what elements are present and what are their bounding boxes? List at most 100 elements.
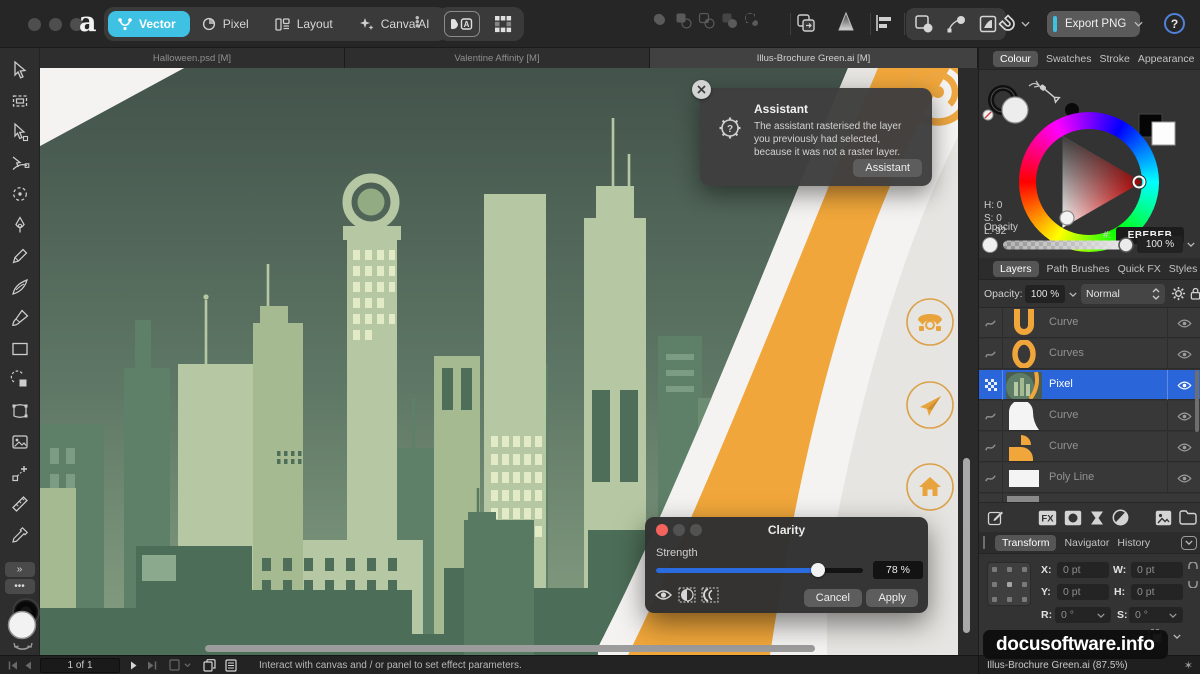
layer-row-curve-1[interactable]: Curve <box>979 308 1200 338</box>
next-page-icon[interactable] <box>130 661 138 670</box>
boolean-divide-icon[interactable] <box>721 12 738 29</box>
favorite-star-icon[interactable]: ✶ <box>1184 659 1193 672</box>
y-field[interactable]: 0 pt <box>1057 584 1109 600</box>
tab-valentine[interactable]: Valentine Affinity [M] <box>345 48 650 68</box>
tab-navigator[interactable]: Navigator <box>1064 537 1109 549</box>
layers-opacity-chevron[interactable] <box>1069 292 1077 297</box>
split-preview-right-icon[interactable] <box>701 587 719 603</box>
move-tool[interactable] <box>0 54 40 85</box>
colour-picker-tool[interactable] <box>0 519 40 550</box>
studio-grid-toggle[interactable] <box>488 11 518 37</box>
horizontal-scrollbar[interactable] <box>205 645 815 652</box>
tab-styles[interactable]: Styles <box>1169 263 1198 275</box>
snapping-magnet-icon[interactable] <box>998 14 1018 33</box>
transform-options-chevron[interactable] <box>1173 634 1181 639</box>
opacity-chevron[interactable] <box>1187 242 1195 247</box>
persona-canva-ai[interactable]: Canva AI <box>349 11 444 37</box>
persona-pixel[interactable]: Pixel <box>192 11 263 37</box>
panel-options-chevron[interactable] <box>1181 536 1197 550</box>
contextual-toolbar-toggle[interactable]: A <box>444 11 480 37</box>
layer-visibility-eye-icon[interactable] <box>1167 308 1200 338</box>
tab-halloween[interactable]: Halloween.psd [M] <box>40 48 345 68</box>
layer-row-poly-line[interactable]: Poly Line <box>979 463 1200 493</box>
mesh-warp-tool[interactable] <box>0 395 40 426</box>
fill-stroke-wells[interactable] <box>4 596 40 652</box>
split-preview-left-icon[interactable] <box>678 587 696 603</box>
tab-stroke[interactable]: Stroke <box>1099 53 1129 65</box>
tab-swatches[interactable]: Swatches <box>1046 53 1092 65</box>
assistant-button[interactable]: Assistant <box>853 158 922 177</box>
window-minimize-button[interactable] <box>49 18 62 31</box>
cycle-selection-box-icon[interactable] <box>914 14 934 34</box>
insert-order-icon[interactable] <box>796 13 816 33</box>
layer-row-curves[interactable]: Curves <box>979 339 1200 369</box>
place-image-tool[interactable] <box>0 426 40 457</box>
close-icon[interactable] <box>692 80 711 99</box>
layer-visibility-eye-icon[interactable] <box>1167 463 1200 493</box>
preview-eye-icon[interactable] <box>654 588 673 602</box>
edit-all-layers-icon[interactable] <box>987 509 1004 526</box>
opacity-value[interactable]: 100 % <box>1137 236 1183 253</box>
help-button[interactable]: ? <box>1164 13 1185 34</box>
mask-icon[interactable] <box>1064 510 1082 526</box>
layer-row-partial[interactable] <box>979 494 1200 502</box>
contour-tool[interactable] <box>0 147 40 178</box>
boolean-combine-icon[interactable] <box>744 12 761 29</box>
anchor-point-selector[interactable] <box>987 562 1031 606</box>
strength-slider[interactable] <box>656 568 863 573</box>
last-page-icon[interactable] <box>147 661 157 670</box>
vertical-scrollbar[interactable] <box>963 458 970 633</box>
vector-brush-tool[interactable] <box>0 271 40 302</box>
tab-transform[interactable]: Transform <box>995 535 1056 551</box>
s-field[interactable]: 0 ° <box>1129 607 1183 623</box>
tab-colour[interactable]: Colour <box>993 51 1038 67</box>
transparency-tool-icon[interactable] <box>836 11 856 33</box>
point-transform-icon[interactable] <box>946 14 966 34</box>
tab-path-brushes[interactable]: Path Brushes <box>1047 263 1110 275</box>
x-field[interactable]: 0 pt <box>1057 562 1109 578</box>
boolean-intersect-icon[interactable] <box>698 12 715 29</box>
tab-appearance[interactable]: Appearance <box>1138 53 1195 65</box>
fx-icon[interactable]: FX <box>1038 510 1057 526</box>
export-png-button[interactable]: Export PNG <box>1047 11 1140 37</box>
boolean-add-icon[interactable] <box>652 12 669 29</box>
layer-row-curve-3[interactable]: Curve <box>979 432 1200 462</box>
rectangle-tool[interactable] <box>0 333 40 364</box>
panel-grip[interactable] <box>983 536 985 549</box>
shape-builder-tool[interactable] <box>0 364 40 395</box>
adjustment-icon[interactable] <box>1089 510 1105 526</box>
point-transform-tool[interactable] <box>0 457 40 488</box>
layers-scrollbar[interactable] <box>1195 370 1199 432</box>
window-close-button[interactable] <box>28 18 41 31</box>
h-field[interactable]: 0 pt <box>1131 584 1183 600</box>
layer-visibility-eye-icon[interactable] <box>1167 432 1200 462</box>
cancel-button[interactable]: Cancel <box>804 588 862 607</box>
tab-quick-fx[interactable]: Quick FX <box>1118 263 1161 275</box>
layers-opacity-value[interactable]: 100 % <box>1025 285 1065 303</box>
layer-settings-gear-icon[interactable] <box>1171 286 1186 301</box>
layer-row-curve-2[interactable]: Curve <box>979 401 1200 431</box>
alignment-icon[interactable] <box>874 14 894 32</box>
tab-illus-brochure[interactable]: Illus-Brochure Green.ai [M] <box>650 48 978 68</box>
tab-history[interactable]: History <box>1117 537 1150 549</box>
link-dimensions-icon[interactable] <box>1188 562 1198 588</box>
first-page-icon[interactable] <box>8 661 18 670</box>
artboard-tool[interactable] <box>0 85 40 116</box>
new-group-folder-icon[interactable] <box>1179 510 1197 525</box>
paint-brush-tool[interactable] <box>0 302 40 333</box>
layer-lock-icon[interactable] <box>1190 287 1200 300</box>
layer-visibility-eye-icon[interactable] <box>1167 339 1200 369</box>
boolean-subtract-icon[interactable] <box>675 12 692 29</box>
duplicate-page-icon[interactable] <box>203 659 216 672</box>
page-thumb-icon[interactable] <box>169 659 180 671</box>
selection-brush-tool[interactable] <box>0 178 40 209</box>
pencil-tool[interactable] <box>0 240 40 271</box>
slider-thumb[interactable] <box>811 563 825 577</box>
blend-mode-select[interactable]: Normal <box>1081 284 1165 304</box>
expand-tools-button[interactable]: » <box>5 562 35 577</box>
pen-tool[interactable] <box>0 209 40 240</box>
snapping-dropdown-chevron[interactable] <box>1021 21 1030 27</box>
page-thumb-chevron[interactable] <box>184 663 191 667</box>
scale-box-icon[interactable] <box>978 14 998 34</box>
export-dropdown-chevron[interactable] <box>1134 21 1143 27</box>
